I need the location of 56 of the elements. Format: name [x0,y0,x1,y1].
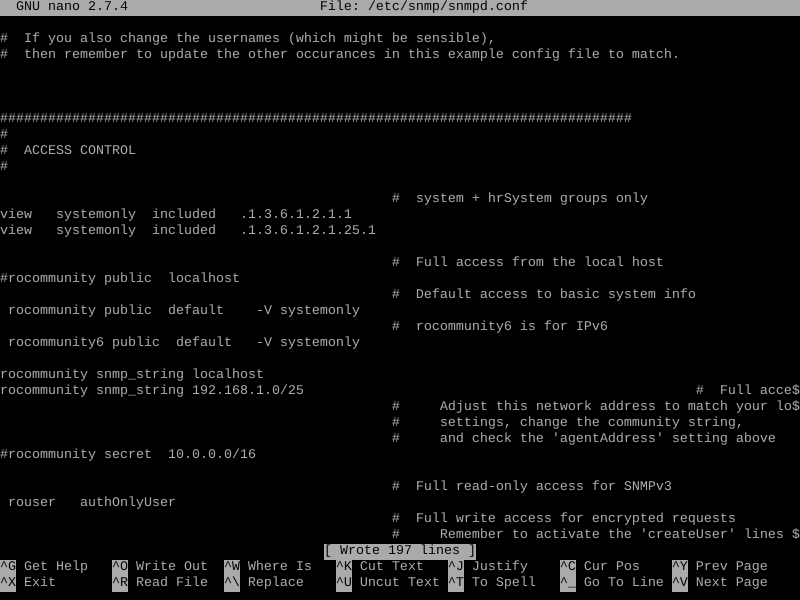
code-line: view systemonly included .1.3.6.1.2.1.1 [0,208,352,223]
shortcut-key: ^V [672,576,688,592]
code-line: rouser authOnlyUser [6,496,176,511]
code-line: # Adjust this network address to match your lo$ [390,400,800,415]
code-line: # and check the 'agentAddress' setting above [390,432,776,447]
shortcut-key: ^\ [224,576,240,592]
shortcut-key: ^G [0,560,16,576]
shortcut-label: Cur Pos [584,560,640,576]
shortcut-label: Prev Page [696,560,768,576]
code-line: # Full write access for encrypted requests [390,512,736,527]
code-line: #rocommunity secret 10.0.0.0/16 [0,448,256,463]
code-line: rocommunity6 public default -V systemonly [6,336,360,351]
shortcut-key: ^T [448,576,464,592]
shortcut-key: ^_ [560,576,576,592]
code-line: view systemonly included .1.3.6.1.2.1.25.1 [0,224,376,239]
shortcut-label: Replace [248,576,304,592]
code-line: # Full access from the local host [390,256,664,271]
shortcut-label: Read File [136,576,208,592]
code-line: # ACCESS CONTROL [0,144,136,159]
code-line: # [0,128,8,143]
shortcut-label: Get Help [24,560,88,576]
shortcut-label: Uncut Text [360,576,440,592]
code-line: rocommunity public default -V systemonly [6,304,360,319]
shortcut-label: Where Is [248,560,312,576]
shortcut-label: Exit [24,576,56,592]
shortcut-label: Next Page [696,576,768,592]
code-line: #rocommunity public localhost [0,272,240,287]
app-title: GNU nano 2.7.4 [16,0,128,15]
code-line: # If you also change the usernames (which might be sensible), [0,32,496,47]
code-line: # system + hrSystem groups only [390,192,648,207]
shortcut-key: ^U [336,576,352,592]
shortcut-key: ^K [336,560,352,576]
code-line: # then remember to update the other occurances in this example config file to match. [0,48,680,63]
shortcut-label: Cut Text [360,560,424,576]
code-line: # Remember to activate the 'createUser' lines $ [390,528,800,543]
shortcut-key: ^R [112,576,128,592]
code-line: rocommunity snmp_string 192.168.1.0/25 # Full acce$ [0,384,800,399]
shortcut-key: ^X [0,576,16,592]
shortcut-key: ^Y [672,560,688,576]
shortcut-label: To Spell [472,576,536,592]
shortcut-key: ^C [560,560,576,576]
code-line: # Full read-only access for SNMPv3 [390,480,672,495]
code-line: ############################################################################### [0,112,632,127]
code-line: # rocommunity6 is for IPv6 [390,320,608,335]
code-line: # settings, change the community string, [390,416,744,431]
status-message: [ Wrote 197 lines ] [324,544,476,560]
shortcut-key: ^W [224,560,240,576]
shortcut-key: ^J [448,560,464,576]
file-name: File: /etc/snmp/snmpd.conf [320,0,528,16]
code-line: rocommunity snmp_string localhost [0,368,264,383]
shortcut-label: Justify [472,560,528,576]
shortcut-label: Go To Line [584,576,664,592]
shortcut-label: Write Out [136,560,208,576]
shortcut-key: ^O [112,560,128,576]
code-line: # [0,160,8,175]
code-line: # Default access to basic system info [390,288,696,303]
